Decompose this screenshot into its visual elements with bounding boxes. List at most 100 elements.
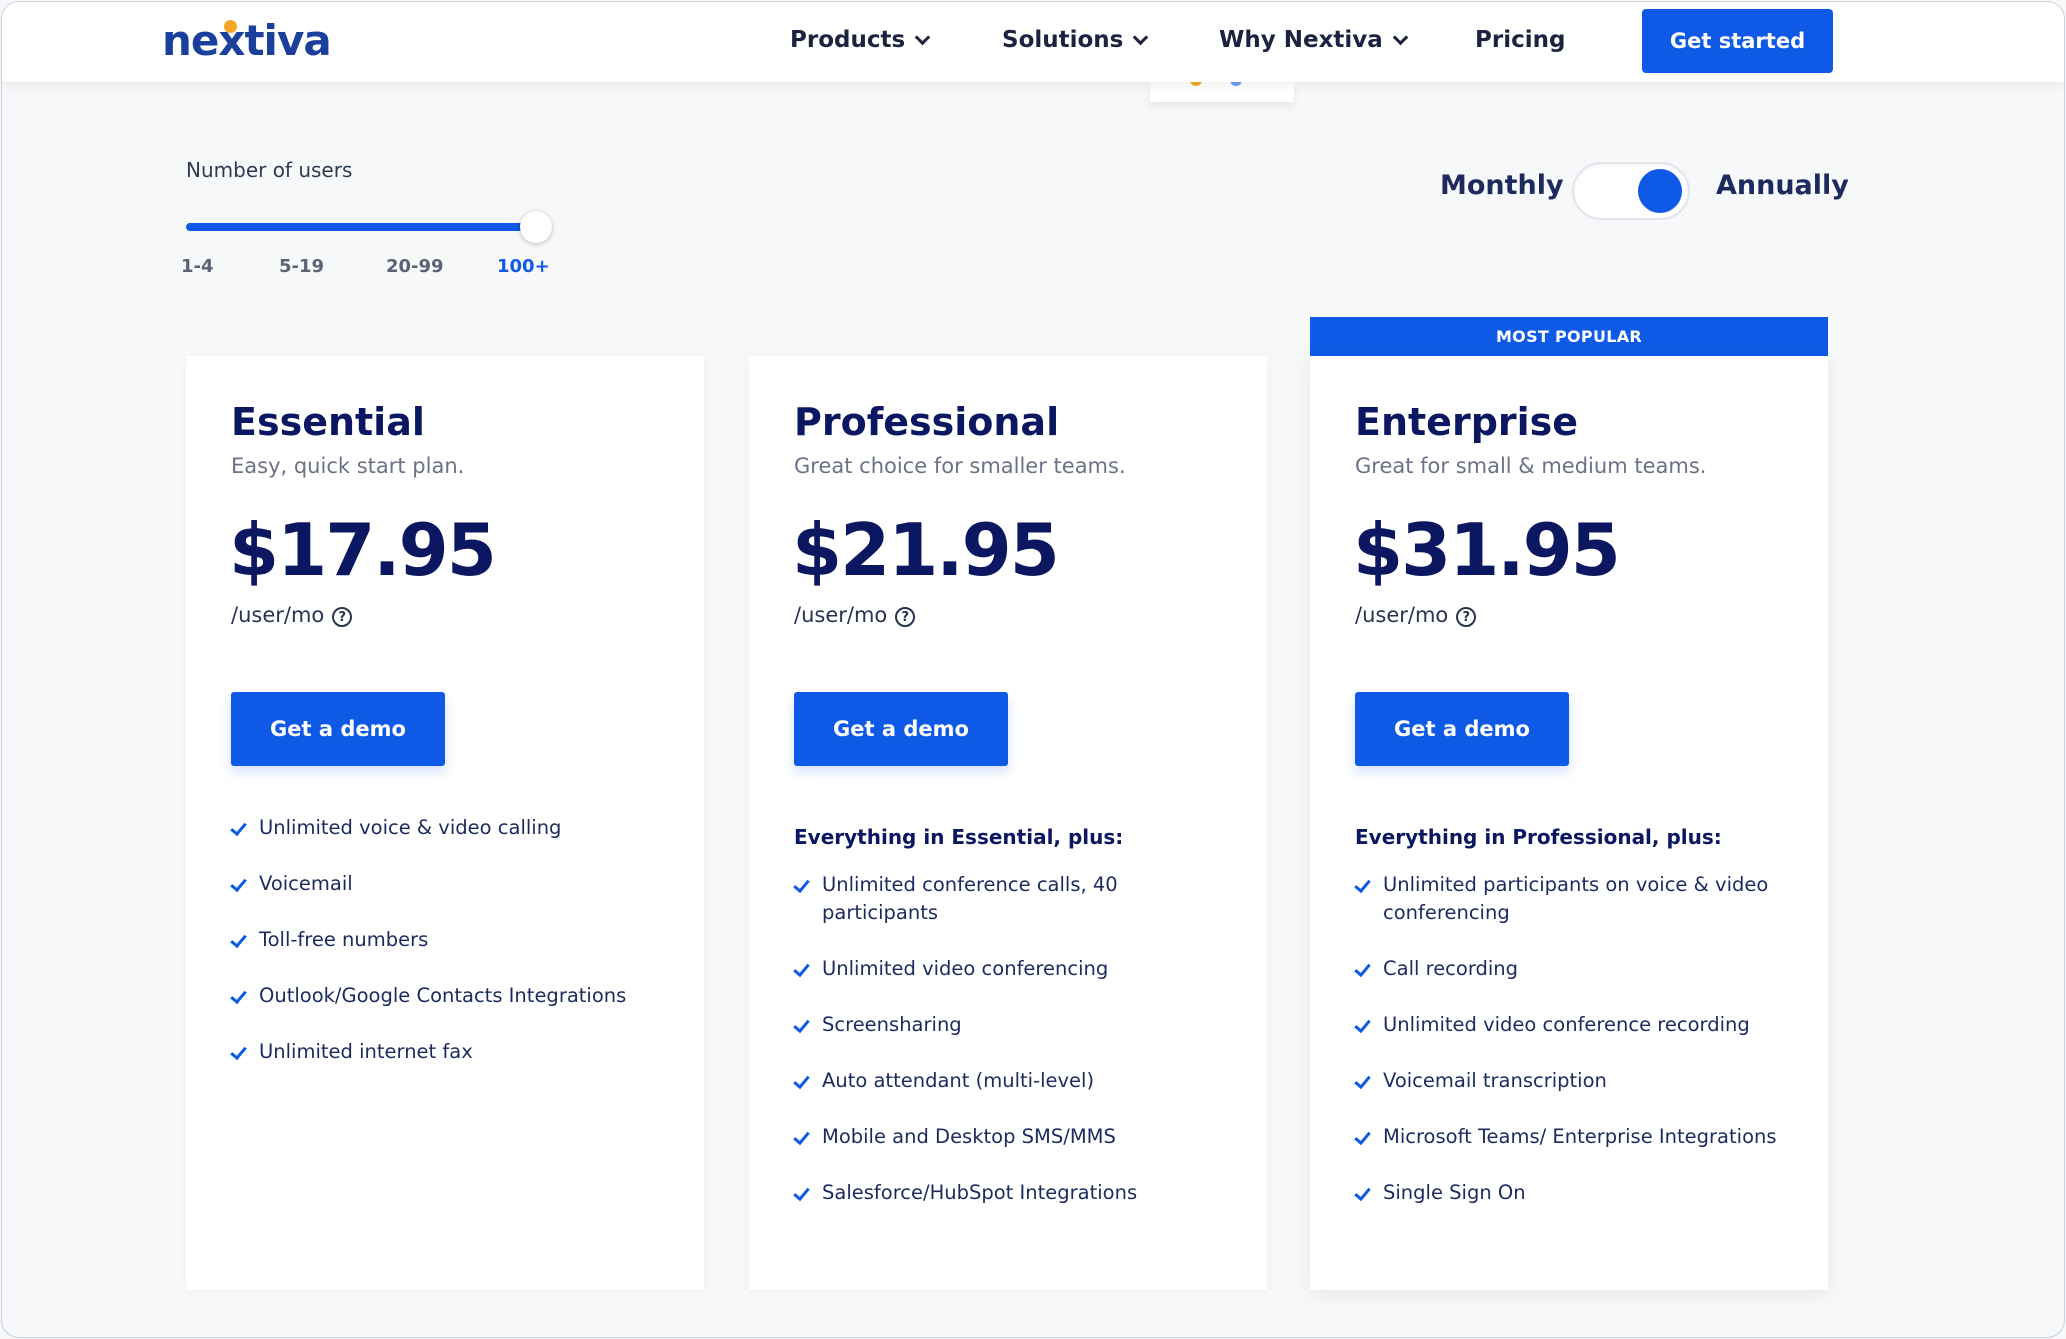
price-unit: /user/mo ? [231,603,353,627]
nav-pricing-label: Pricing [1475,27,1566,53]
list-item: Unlimited conference calls, 40 participa… [793,871,1234,927]
billing-monthly-label[interactable]: Monthly [1440,170,1564,201]
users-slider-fill [186,223,536,231]
feature-text: Unlimited video conferencing [822,957,1109,980]
users-slider[interactable] [186,211,552,243]
nav-products[interactable]: Products [790,2,931,78]
tick-100-plus[interactable]: 100+ [497,256,550,277]
feature-text: Toll-free numbers [259,928,429,951]
list-item: Unlimited voice & video calling [230,814,671,842]
feature-list: Unlimited participants on voice & video … [1354,871,1795,1207]
plan-description: Great for small & medium teams. [1355,454,1707,478]
most-popular-badge: MOST POPULAR [1310,317,1828,356]
check-icon [230,986,247,1005]
check-icon [1354,1183,1371,1202]
feature-text: Screensharing [822,1013,962,1036]
check-icon [230,818,247,837]
check-icon [1354,959,1371,978]
check-icon [1354,875,1371,894]
logo-dot-icon [224,19,237,33]
plan-card-enterprise: Enterprise Great for small & medium team… [1310,356,1828,1290]
check-icon [1354,1127,1371,1146]
users-label: Number of users [186,158,353,182]
plan-description: Easy, quick start plan. [231,454,465,478]
price-unit-text: /user/mo [794,603,888,627]
list-item: Salesforce/HubSpot Integrations [793,1179,1234,1207]
feature-text: Voicemail [259,872,353,895]
list-item: Outlook/Google Contacts Integrations [230,982,671,1010]
check-icon [230,874,247,893]
feature-list: Unlimited voice & video calling Voicemai… [230,814,671,1066]
partial-card-behind-header [1150,80,1294,102]
question-circle-icon[interactable]: ? [895,607,916,627]
plan-price: $17.95 [229,508,497,592]
feature-text: Single Sign On [1383,1181,1526,1204]
nav-solutions[interactable]: Solutions [1002,2,1149,78]
list-item: Call recording [1354,955,1795,983]
plan-price: $31.95 [1353,508,1621,592]
price-unit-text: /user/mo [1355,603,1449,627]
list-item: Unlimited participants on voice & video … [1354,871,1795,927]
users-slider-thumb[interactable] [520,211,552,243]
nav-pricing[interactable]: Pricing [1475,2,1565,78]
nav-solutions-label: Solutions [1002,27,1124,53]
feature-text: Unlimited conference calls, 40 participa… [822,873,1118,924]
chevron-down-icon [1133,29,1149,45]
price-unit: /user/mo ? [794,603,916,627]
feature-text: Microsoft Teams/ Enterprise Integrations [1383,1125,1777,1148]
nav-why-nextiva-label: Why Nextiva [1219,27,1383,53]
check-icon [793,1183,810,1202]
feature-text: Unlimited internet fax [259,1040,473,1063]
list-item: Unlimited video conference recording [1354,1011,1795,1039]
check-icon [793,959,810,978]
list-item: Mobile and Desktop SMS/MMS [793,1123,1234,1151]
nav-products-label: Products [790,27,906,53]
feature-text: Unlimited participants on voice & video … [1383,873,1769,924]
plan-card-essential: Essential Easy, quick start plan. $17.95… [186,356,704,1290]
check-icon [793,875,810,894]
nextiva-logo[interactable]: nextiva [162,10,332,70]
get-demo-button[interactable]: Get a demo [1355,692,1569,766]
question-circle-icon[interactable]: ? [332,607,353,627]
page-frame: nextiva Products Solutions Why Nextiva P… [1,1,2065,1338]
list-item: Voicemail transcription [1354,1067,1795,1095]
check-icon [793,1071,810,1090]
list-item: Screensharing [793,1011,1234,1039]
list-item: Unlimited internet fax [230,1038,671,1066]
get-demo-button[interactable]: Get a demo [794,692,1008,766]
list-item: Voicemail [230,870,671,898]
billing-annually-label[interactable]: Annually [1716,170,1849,201]
logo-text: nextiva [162,15,332,65]
check-icon [230,930,247,949]
list-item: Microsoft Teams/ Enterprise Integrations [1354,1123,1795,1151]
plan-price: $21.95 [792,508,1060,592]
plan-name: Essential [231,400,425,444]
check-icon [1354,1071,1371,1090]
tick-5-19[interactable]: 5-19 [279,256,324,277]
tick-20-99[interactable]: 20-99 [386,256,444,277]
billing-toggle[interactable] [1572,162,1690,220]
plus-heading: Everything in Essential, plus: [794,825,1124,849]
tick-1-4[interactable]: 1-4 [181,256,214,277]
plus-heading: Everything in Professional, plus: [1355,825,1722,849]
plan-name: Professional [794,400,1060,444]
get-started-button[interactable]: Get started [1642,9,1833,73]
check-icon [793,1015,810,1034]
feature-text: Call recording [1383,957,1519,980]
list-item: Single Sign On [1354,1179,1795,1207]
nav-why-nextiva[interactable]: Why Nextiva [1219,2,1409,78]
feature-list: Unlimited conference calls, 40 participa… [793,871,1234,1207]
feature-text: Unlimited voice & video calling [259,816,562,839]
feature-text: Unlimited video conference recording [1383,1013,1750,1036]
feature-text: Mobile and Desktop SMS/MMS [822,1125,1116,1148]
feature-text: Outlook/Google Contacts Integrations [259,984,627,1007]
billing-toggle-knob [1638,169,1682,213]
price-unit-text: /user/mo [231,603,325,627]
plan-name: Enterprise [1355,400,1579,444]
get-demo-button[interactable]: Get a demo [231,692,445,766]
feature-text: Voicemail transcription [1383,1069,1607,1092]
feature-text: Salesforce/HubSpot Integrations [822,1181,1138,1204]
plan-card-professional: Professional Great choice for smaller te… [749,356,1267,1290]
question-circle-icon[interactable]: ? [1456,607,1477,627]
feature-text: Auto attendant (multi-level) [822,1069,1095,1092]
